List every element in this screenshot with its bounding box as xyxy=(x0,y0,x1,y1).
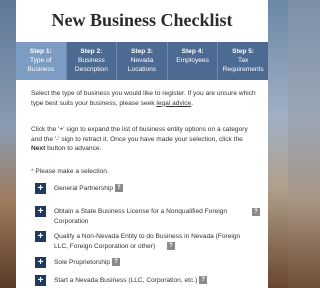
intro-text: Select the type of business you would li… xyxy=(31,89,256,108)
required-text: Please make a selection. xyxy=(35,168,109,175)
instructions-part2: button to advance. xyxy=(47,145,102,153)
tab-step-4[interactable]: Step 4: Employees xyxy=(168,42,219,80)
step-number: Step 5: xyxy=(232,48,255,55)
expand-icon[interactable]: + xyxy=(35,206,46,217)
expand-icon[interactable]: + xyxy=(35,183,46,194)
expand-icon[interactable]: + xyxy=(35,257,46,268)
option-text: Start a Nevada Business (LLC, Corporatio… xyxy=(54,277,198,284)
background-right xyxy=(268,0,288,288)
required-notice: * Please make a selection. xyxy=(31,167,109,177)
instructions-part1: Click the '+' sign to expand the list of… xyxy=(31,126,248,143)
tab-step-2[interactable]: Step 2: Business Description xyxy=(67,42,118,80)
step-tabs: Step 1: Type of Business Step 2: Busines… xyxy=(16,42,268,80)
step-number: Step 3: xyxy=(130,48,153,55)
step-number: Step 1: xyxy=(29,48,52,55)
required-star: * xyxy=(31,168,34,175)
option-text: Sole Proprietorship xyxy=(54,259,111,266)
tab-step-1[interactable]: Step 1: Type of Business xyxy=(16,42,67,80)
step-label: Nevada Locations xyxy=(127,57,157,73)
step-label: Type of Business xyxy=(27,57,55,73)
step-label: Business Description xyxy=(74,57,108,73)
option-label[interactable]: Obtain a State Business License for a No… xyxy=(54,207,234,226)
expand-icon[interactable]: + xyxy=(35,275,46,286)
option-label[interactable]: Qualify a Non-Nevada Entity to do Busine… xyxy=(54,232,249,251)
help-icon[interactable]: ? xyxy=(199,276,208,285)
tab-step-3[interactable]: Step 3: Nevada Locations xyxy=(117,42,168,80)
intro-period: . xyxy=(191,99,194,107)
help-icon[interactable]: ? xyxy=(114,184,123,193)
expand-instructions: Click the '+' sign to expand the list of… xyxy=(31,125,256,154)
option-label[interactable]: Sole Proprietorship ? xyxy=(54,258,120,268)
next-keyword: Next xyxy=(31,145,46,153)
instructions-block: Select the type of business you would li… xyxy=(31,89,256,175)
step-number: Step 4: xyxy=(181,48,204,55)
option-text: General Partnership xyxy=(54,185,114,192)
expand-icon[interactable]: + xyxy=(35,231,46,242)
page-title: New Business Checklist xyxy=(51,10,233,30)
legal-advice-link[interactable]: legal advice xyxy=(156,100,191,107)
step-label: Tax Requirements xyxy=(222,57,264,73)
help-icon[interactable]: ? xyxy=(252,208,260,216)
help-icon[interactable]: ? xyxy=(111,258,120,267)
step-number: Step 2: xyxy=(80,48,103,55)
intro-sentence: Select the type of business you would li… xyxy=(31,90,256,107)
background-left xyxy=(0,0,16,288)
help-icon[interactable]: ? xyxy=(167,242,175,250)
option-label[interactable]: General Partnership ? xyxy=(54,184,123,194)
tab-step-5[interactable]: Step 5: Tax Requirements xyxy=(218,42,268,80)
option-label[interactable]: Start a Nevada Business (LLC, Corporatio… xyxy=(54,276,208,286)
step-label: Employees xyxy=(176,57,209,64)
checklist-panel: New Business Checklist Step 1: Type of B… xyxy=(16,0,268,288)
